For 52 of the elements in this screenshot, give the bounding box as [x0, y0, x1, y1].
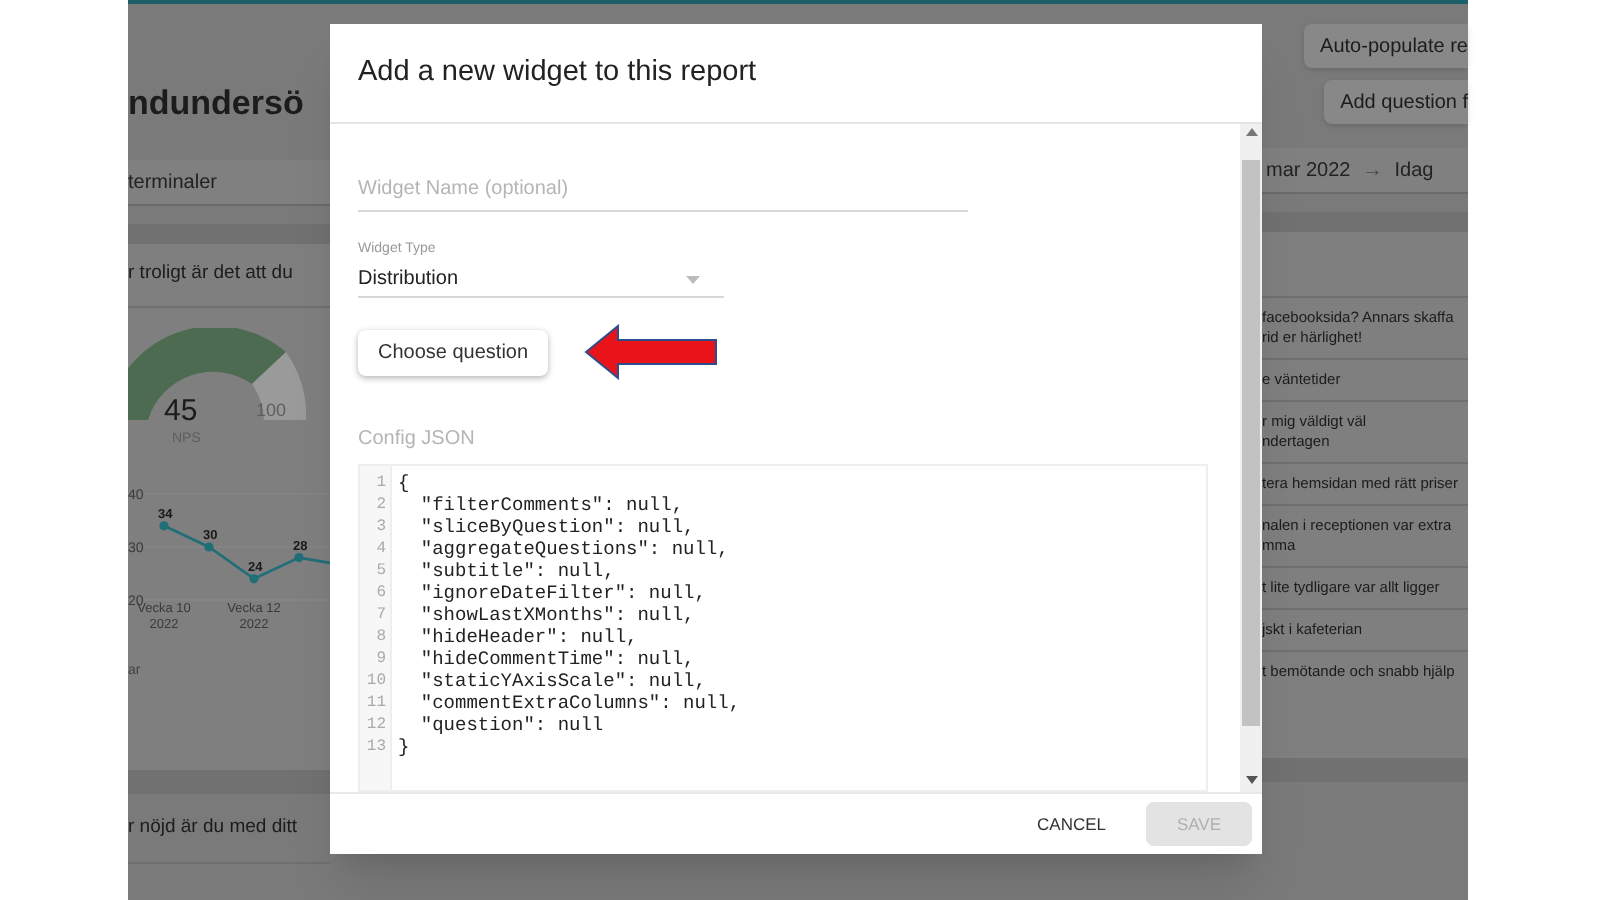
line-number: 4	[376, 538, 386, 560]
page-title: ndundersö	[128, 82, 306, 126]
line-number: 9	[376, 648, 386, 670]
code-line: "hideHeader": null,	[418, 626, 640, 648]
line-number: 6	[376, 582, 386, 604]
code-line: "filterComments": null,	[418, 494, 686, 516]
data-point	[294, 553, 304, 563]
data-point	[249, 574, 259, 584]
line-number: 8	[376, 626, 386, 648]
choose-question-button[interactable]: Choose question	[358, 329, 549, 375]
toolbar-button[interactable]: Add question f	[1324, 80, 1468, 124]
caret-icon	[686, 275, 700, 283]
filter-label: terminaler	[128, 169, 217, 197]
question-title: r nöjd är du med ditt	[128, 813, 297, 842]
code-line: "question": null	[418, 714, 606, 736]
scrollbar[interactable]	[1240, 124, 1262, 792]
date-from[interactable]: mar 2022	[1266, 155, 1351, 185]
gauge-max: 100	[256, 402, 287, 420]
config-label: Config JSON	[358, 426, 477, 454]
line-number: 10	[366, 670, 386, 692]
toolbar-button[interactable]: Auto-populate re	[1304, 24, 1468, 68]
widget-name-field[interactable]: Widget Name (optional)	[358, 168, 968, 212]
code-line: "aggregateQuestions": null,	[418, 538, 731, 560]
data-point	[159, 521, 169, 531]
data-point	[204, 542, 214, 552]
code-line: "staticYAxisScale": null,	[418, 670, 708, 692]
line-number: 7	[376, 604, 386, 626]
dialog-title: Add a new widget to this report	[358, 53, 757, 92]
code-line: }	[398, 736, 412, 758]
gauge-value: 45	[164, 396, 198, 426]
line-number: 13	[366, 736, 386, 758]
code-line: "showLastXMonths": null,	[418, 604, 697, 626]
question-title: r troligt är det att du	[128, 260, 293, 289]
code-line: "hideCommentTime": null,	[418, 648, 697, 670]
cancel-button[interactable]: CANCEL	[1021, 802, 1122, 846]
code-line: {	[398, 472, 412, 494]
code-line: "subtitle": null,	[418, 560, 617, 582]
code-line: "ignoreDateFilter": null,	[418, 582, 708, 604]
code-line: "sliceByQuestion": null,	[418, 516, 697, 538]
date-to[interactable]: Idag	[1394, 155, 1434, 185]
line-number: 3	[376, 516, 386, 538]
widget-type-select[interactable]: Distribution	[358, 262, 724, 298]
date-arrow: →	[1362, 157, 1383, 185]
line-number: 11	[366, 692, 386, 714]
line-number: 12	[366, 714, 386, 736]
line-number: 1	[376, 472, 386, 494]
scroll-down-icon	[1245, 776, 1257, 784]
scroll-up-icon	[1245, 128, 1257, 136]
line-number: 2	[376, 494, 386, 516]
code-line: "commentExtraColumns": null,	[418, 692, 741, 714]
line-number: 5	[376, 560, 386, 582]
arrow-left-icon	[584, 324, 721, 380]
